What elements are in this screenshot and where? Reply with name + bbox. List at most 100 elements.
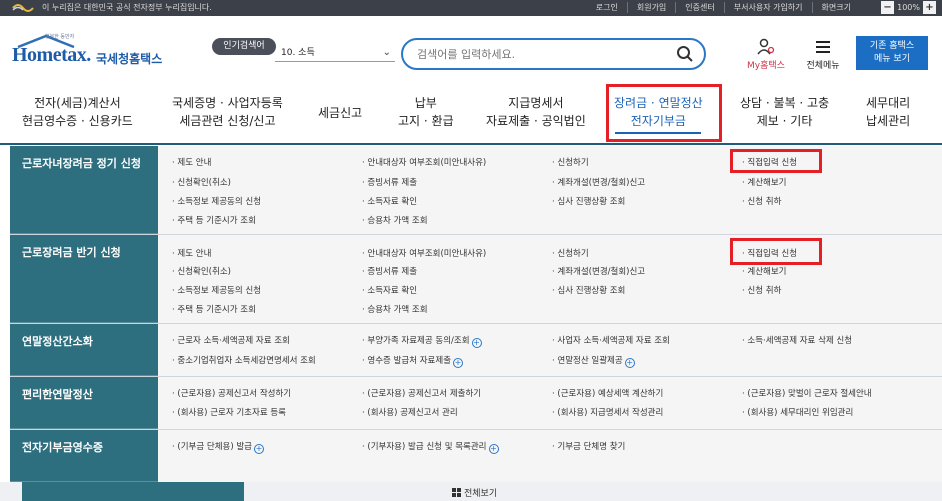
menu-link[interactable]: · 부양가족 자료제공 동의/조회 +	[362, 334, 482, 348]
hometax-logo[interactable]: 행복한 동반자 Hometax. 국세청홈택스	[12, 34, 172, 74]
menu-link[interactable]: · (기부자용) 발급 신청 및 목록관리 +	[362, 440, 499, 454]
menu-link[interactable]: · 영수증 발급처 자료제출 +	[362, 354, 464, 368]
menu-link[interactable]: · 사업자 소득·세액공제 자료 조회	[552, 334, 670, 346]
menu-link[interactable]: · 계산해보기	[742, 265, 787, 277]
grid-icon	[452, 488, 461, 497]
popular-search-select[interactable]: 10. 소득 ⌄	[275, 44, 395, 62]
menu-link[interactable]: · (근로자용) 공제신고서 제출하기	[362, 387, 481, 399]
screen-size-label: 화면크기	[811, 2, 860, 13]
zoom-in-button[interactable]: +	[923, 1, 936, 14]
menu-link[interactable]: · 안내대상자 여부조회(미안내사유)	[362, 247, 486, 259]
login-link[interactable]: 로그인	[587, 2, 627, 13]
menu-link[interactable]: · 계산해보기	[742, 176, 787, 188]
gnb-label: 현금영수증 · 신용카드	[22, 114, 133, 128]
gnb-label: 지급명세서	[508, 96, 564, 110]
logo-wordmark: Hometax.	[12, 44, 91, 66]
plus-circle-icon[interactable]: +	[488, 444, 499, 454]
gnb-label: 세금신고	[318, 106, 363, 120]
search-icon[interactable]	[676, 45, 694, 63]
view-all-button[interactable]: 전체보기	[452, 486, 497, 499]
menu-link[interactable]: · 제도 안내	[172, 247, 211, 259]
menu-link[interactable]: · 안내대상자 여부조회(미안내사유)	[362, 156, 486, 168]
view-all-label: 전체보기	[464, 489, 498, 499]
menu-link[interactable]: · 소득정보 제공동의 신청	[172, 284, 261, 296]
plus-circle-icon[interactable]: +	[254, 444, 265, 454]
menu-link[interactable]: · (근로자용) 공제신고서 작성하기	[172, 387, 291, 399]
bottom-tab[interactable]	[22, 482, 244, 501]
menu-link[interactable]: · 신청 취하	[742, 195, 781, 207]
menu-link[interactable]: · 기부금 단체명 찾기	[552, 440, 625, 452]
menu-link[interactable]: · 심사 진행상황 조회	[552, 284, 625, 296]
zoom-out-button[interactable]: −	[881, 1, 895, 14]
menu-link[interactable]: · 신청 취하	[742, 284, 781, 296]
gnb-payment-refund[interactable]: 납부 고지 · 환급	[398, 94, 454, 130]
menu-link[interactable]: · 증빙서류 제출	[362, 265, 417, 277]
plus-circle-icon[interactable]: +	[453, 358, 464, 368]
main-navigation: 전자(세금)계산서 현금영수증 · 신용카드 국세증명 · 사업자등록 세금관련…	[0, 84, 942, 145]
cert-center-link[interactable]: 인증센터	[675, 2, 723, 13]
all-menu-button[interactable]: 전체메뉴	[796, 38, 850, 71]
menu-link[interactable]: · 신청확인(취소)	[172, 265, 231, 277]
menu-link[interactable]: · 신청하기	[552, 156, 589, 168]
menu-link[interactable]: · (회사용) 공제신고서 관리	[362, 406, 458, 418]
menu-link-text: · (기부금 단체용) 발급	[172, 442, 253, 452]
menu-link[interactable]: · (근로자용) 맞벌이 근로자 절세안내	[742, 387, 872, 399]
my-hometax-button[interactable]: My홈택스	[738, 38, 794, 71]
menu-link[interactable]: · 소득자료 확인	[362, 284, 417, 296]
menu-link[interactable]: · 소득정보 제공동의 신청	[172, 195, 261, 207]
menu-link[interactable]: · 근로자 소득·세액공제 자료 조회	[172, 334, 290, 346]
top-links: 로그인 회원가입 인증센터 부서사용자 가입하기 화면크기	[587, 2, 860, 13]
menu-link[interactable]: · 소득자료 확인	[362, 195, 417, 207]
plus-circle-icon[interactable]: +	[471, 338, 482, 348]
plus-circle-icon[interactable]: +	[624, 358, 635, 368]
gnb-certificate-registration[interactable]: 국세증명 · 사업자등록 세금관련 신청/신고	[172, 94, 283, 130]
menu-link[interactable]: · 계좌개설(변경/철회)신고	[552, 176, 645, 188]
search-input[interactable]	[417, 46, 667, 63]
submenu-panel: 근로자녀장려금 정기 신청 · 제도 안내 · 안내대상자 여부조회(미안내사유…	[10, 146, 942, 482]
category-label: 편리한연말정산	[10, 377, 158, 429]
popular-search-value: 10. 소득	[281, 48, 315, 58]
menu-link[interactable]: · (기부금 단체용) 발급 +	[172, 440, 265, 454]
menu-link[interactable]: · 증빙서류 제출	[362, 176, 417, 188]
logo-tagline: 행복한 동반자	[45, 34, 75, 40]
dept-user-signup-link[interactable]: 부서사용자 가입하기	[723, 2, 812, 13]
user-settings-icon	[757, 38, 775, 55]
popular-search-tag: 인기검색어	[212, 38, 276, 55]
old-hometax-line1: 기존 홈택스	[869, 41, 915, 51]
all-menu-label: 전체메뉴	[806, 61, 840, 71]
menu-link[interactable]: · 신청확인(취소)	[172, 176, 231, 188]
gnb-payment-statement[interactable]: 지급명세서 자료제출 · 공익법인	[486, 94, 586, 130]
menu-link[interactable]: · (회사용) 근로자 기초자료 등록	[172, 406, 286, 418]
gnb-tax-filing[interactable]: 세금신고	[318, 104, 362, 122]
menu-link[interactable]: · 계좌개설(변경/철회)신고	[552, 265, 645, 277]
menu-link[interactable]: · 소득·세액공제 자료 삭제 신청	[742, 334, 852, 346]
menu-link[interactable]: · 신청하기	[552, 247, 589, 259]
menu-link[interactable]: · 심사 진행상황 조회	[552, 195, 625, 207]
gnb-label: 세무대리	[866, 96, 911, 110]
official-site-notice: 이 누리집은 대한민국 공식 전자정부 누리집입니다.	[42, 3, 212, 12]
category-label: 연말정산간소화	[10, 324, 158, 376]
gnb-label: 납부	[414, 96, 437, 110]
gnb-etax-invoice[interactable]: 전자(세금)계산서 현금영수증 · 신용카드	[22, 94, 133, 130]
gnb-label: 전자(세금)계산서	[34, 96, 121, 110]
gnb-label: 납세관리	[866, 114, 911, 128]
old-hometax-menu-button[interactable]: 기존 홈택스 메뉴 보기	[856, 36, 928, 70]
menu-link[interactable]: · 승용차 가액 조회	[362, 303, 428, 315]
menu-link[interactable]: · 주택 등 기준시가 조회	[172, 303, 256, 315]
category-label: 근로자녀장려금 정기 신청	[10, 146, 158, 234]
gnb-consultation-appeal[interactable]: 상담 · 불복 · 고충 제보 · 기타	[740, 94, 829, 130]
gnb-label: 자료제출 · 공익법인	[486, 114, 586, 128]
menu-link-text: · (기부자용) 발급 신청 및 목록관리	[362, 442, 487, 452]
menu-link[interactable]: · (회사용) 세무대리인 위임관리	[742, 406, 853, 418]
menu-link[interactable]: · (근로자용) 예상세액 계산하기	[552, 387, 663, 399]
signup-link[interactable]: 회원가입	[626, 2, 675, 13]
menu-link[interactable]: · 제도 안내	[172, 156, 211, 168]
menu-link[interactable]: · 주택 등 기준시가 조회	[172, 214, 256, 226]
menu-link[interactable]: · 연말정산 일괄제공 +	[552, 354, 635, 368]
menu-link[interactable]: · (회사용) 지급명세서 작성관리	[552, 406, 663, 418]
submenu-row: 근로자녀장려금 정기 신청 · 제도 안내 · 안내대상자 여부조회(미안내사유…	[10, 146, 942, 235]
gnb-label: 상담 · 불복 · 고충	[740, 96, 830, 110]
menu-link[interactable]: · 중소기업취업자 소득세감면명세서 조회	[172, 354, 316, 366]
gnb-tax-agent[interactable]: 세무대리 납세관리	[866, 94, 910, 130]
menu-link[interactable]: · 승용차 가액 조회	[362, 214, 428, 226]
